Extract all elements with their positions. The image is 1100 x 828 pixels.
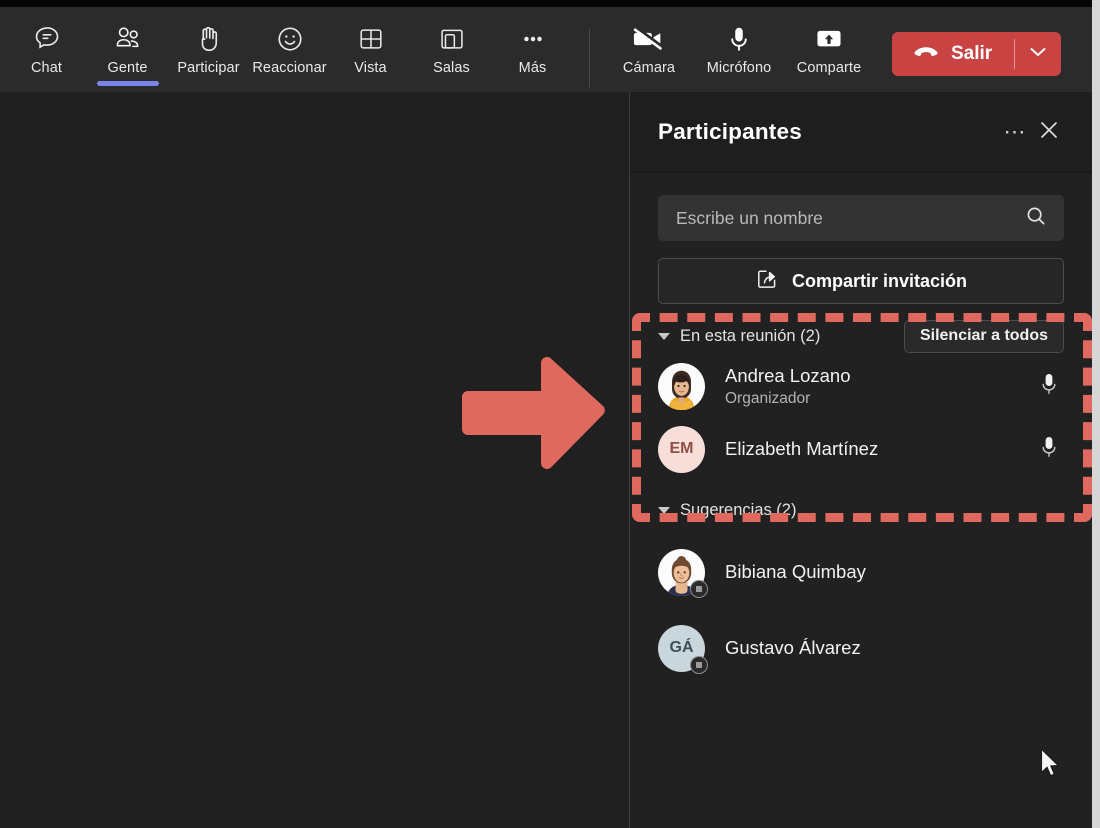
section-header-suggestions: Sugerencias (2) [658, 493, 1064, 527]
toolbar-item-label: Comparte [797, 60, 861, 76]
participants-panel-body: Compartir invitación En esta reunión (2)… [630, 195, 1092, 681]
participant-info: Andrea Lozano Organizador [725, 364, 1034, 407]
participants-panel-header: Participantes ⋯ [630, 92, 1092, 173]
leave-meeting-group: Salir [892, 32, 1061, 76]
toolbar-item-comparte[interactable]: Comparte [784, 15, 874, 76]
participant-name: Bibiana Quimbay [725, 560, 1064, 583]
meeting-toolbar: Chat Gente [0, 7, 1092, 92]
participant-row-elizabeth-martinez[interactable]: EM Elizabeth Martínez [658, 419, 1064, 479]
search-icon[interactable] [1024, 204, 1048, 233]
leave-options-button[interactable] [1015, 32, 1061, 76]
hang-up-icon [912, 44, 940, 65]
raise-hand-icon [195, 23, 223, 55]
suggestion-info: Bibiana Quimbay [725, 560, 1064, 583]
more-ellipsis-icon: ⋯ [1004, 121, 1027, 143]
avatar-initials: EM [670, 440, 694, 458]
offline-status-badge [690, 580, 708, 598]
participant-name: Gustavo Álvarez [725, 636, 1064, 659]
participant-name: Elizabeth Martínez [725, 437, 1034, 460]
toolbar-item-label: Chat [31, 60, 62, 76]
caret-down-icon[interactable] [658, 333, 670, 340]
participant-info: Elizabeth Martínez [725, 437, 1034, 460]
toolbar-item-camara[interactable]: Cámara [604, 15, 694, 76]
toolbar-item-reaccionar[interactable]: Reaccionar [249, 15, 330, 76]
section-label: Sugerencias (2) [680, 501, 1064, 520]
avatar: EM [658, 426, 705, 473]
avatar: GÁ [658, 625, 705, 672]
toolbar-item-label: Participar [177, 60, 239, 76]
toolbar-item-participar[interactable]: Participar [168, 15, 249, 76]
video-stage [0, 92, 629, 828]
participants-panel: Participantes ⋯ [630, 92, 1092, 828]
microphone-icon [1039, 434, 1059, 465]
toolbar-item-mas[interactable]: Más [492, 15, 573, 76]
share-screen-icon [814, 23, 844, 55]
panel-more-button[interactable]: ⋯ [998, 115, 1032, 149]
smiley-icon [275, 23, 305, 55]
more-ellipsis-icon [519, 23, 547, 55]
toolbar-primary-group: Chat Gente [0, 7, 604, 87]
toolbar-item-label: Cámara [623, 60, 675, 76]
toolbar-item-label: Micrófono [707, 60, 772, 76]
active-tab-underline [97, 81, 159, 86]
toolbar-item-label: Más [519, 60, 547, 76]
participant-row-andrea-lozano[interactable]: Andrea Lozano Organizador [658, 353, 1064, 419]
section-header-in-meeting: En esta reunión (2) Silenciar a todos [658, 319, 1064, 353]
avatar-image [658, 363, 705, 410]
suggestion-row-gustavo-alvarez[interactable]: GÁ Gustavo Álvarez [658, 615, 1064, 681]
toolbar-item-vista[interactable]: Vista [330, 15, 411, 76]
toolbar-item-label: Vista [354, 60, 386, 76]
toolbar-divider [589, 29, 590, 87]
participant-mic-button[interactable] [1034, 371, 1064, 402]
search-input[interactable] [676, 208, 1024, 229]
microphone-icon [726, 23, 752, 55]
share-invitation-label: Compartir invitación [792, 271, 967, 292]
microphone-icon [1039, 371, 1059, 402]
suggestion-row-bibiana-quimbay[interactable]: Bibiana Quimbay [658, 539, 1064, 605]
suggestion-info: Gustavo Álvarez [725, 636, 1064, 659]
panel-close-button[interactable] [1032, 115, 1066, 149]
toolbar-item-chat[interactable]: Chat [6, 15, 87, 76]
leave-meeting-button[interactable]: Salir [892, 32, 1014, 76]
share-invite-icon [755, 267, 779, 296]
avatar-initials: GÁ [670, 639, 694, 657]
offline-status-badge [690, 656, 708, 674]
avatar [658, 549, 705, 596]
avatar [658, 363, 705, 410]
chat-icon [32, 23, 62, 55]
leave-meeting-label: Salir [951, 43, 992, 65]
meeting-window: Chat Gente [0, 0, 1100, 828]
toolbar-item-gente[interactable]: Gente [87, 15, 168, 76]
caret-down-icon[interactable] [658, 507, 670, 514]
toolbar-item-label: Salas [433, 60, 470, 76]
participant-mic-button[interactable] [1034, 434, 1064, 465]
search-participants-box[interactable] [658, 195, 1064, 241]
toolbar-item-label: Gente [108, 60, 148, 76]
section-label: En esta reunión (2) [680, 327, 904, 346]
toolbar-item-salas[interactable]: Salas [411, 15, 492, 76]
close-icon [1037, 118, 1061, 147]
page-right-gutter [1092, 0, 1100, 828]
breakout-rooms-icon [438, 23, 466, 55]
toolbar-media-group: Cámara Micrófono [604, 7, 1061, 76]
page-title: Participantes [658, 119, 998, 145]
mute-all-button[interactable]: Silenciar a todos [904, 320, 1064, 353]
toolbar-item-microfono[interactable]: Micrófono [694, 15, 784, 76]
share-invitation-button[interactable]: Compartir invitación [658, 258, 1064, 304]
participant-role: Organizador [725, 390, 1034, 408]
camera-off-icon [632, 23, 666, 55]
toolbar-item-label: Reaccionar [252, 60, 326, 76]
window-top-strip [0, 0, 1092, 7]
people-icon [112, 23, 144, 55]
grid-view-icon [357, 23, 385, 55]
participant-name: Andrea Lozano [725, 364, 1034, 387]
chevron-down-icon [1028, 45, 1048, 63]
